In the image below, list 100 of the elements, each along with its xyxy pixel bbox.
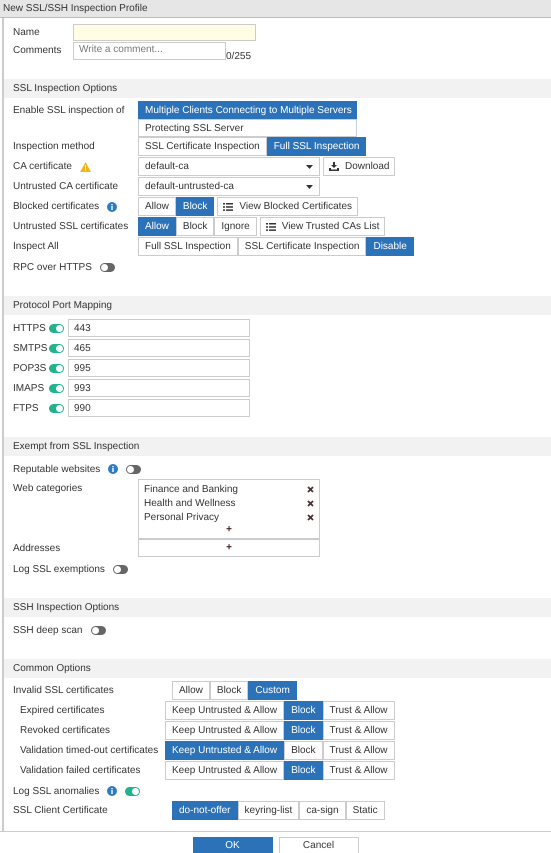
- segment-button[interactable]: Full SSL Inspection: [138, 237, 238, 256]
- list-field[interactable]: +: [138, 539, 320, 557]
- character-counter: 0/255: [226, 50, 252, 64]
- name-field[interactable]: [73, 24, 256, 40]
- list-item: Finance and Banking: [144, 482, 238, 496]
- segment-button[interactable]: Trust & Allow: [322, 721, 394, 740]
- segment-button[interactable]: Static: [346, 801, 385, 820]
- segment-button[interactable]: Block: [284, 721, 323, 740]
- field-label: Log SSL anomalies: [13, 784, 100, 798]
- segment-button[interactable]: Allow: [138, 217, 176, 236]
- segment-button[interactable]: Block: [284, 701, 323, 720]
- select-field[interactable]: default-ca: [138, 157, 320, 176]
- toggle-switch[interactable]: [125, 786, 140, 796]
- field-label: Log SSL exemptions: [13, 562, 105, 576]
- field-label: RPC over HTTPS: [13, 260, 92, 274]
- segment-button[interactable]: Keep Untrusted & Allow: [165, 721, 284, 740]
- cancel-button[interactable]: Cancel: [278, 836, 358, 853]
- action-button[interactable]: View Blocked Certificates: [217, 197, 358, 216]
- segment-button[interactable]: Block: [176, 217, 214, 236]
- list-field[interactable]: Finance and Banking Health and Wellness Personal Privacy +: [138, 479, 320, 539]
- remove-icon[interactable]: [307, 486, 314, 492]
- field-label: Inspect All: [13, 240, 59, 254]
- list-item: Health and Wellness: [144, 496, 236, 510]
- section-header: Exempt from SSL Inspection: [4, 437, 551, 456]
- toggle-switch[interactable]: [90, 626, 106, 634]
- segment-button[interactable]: Trust & Allow: [322, 761, 394, 780]
- field-label: HTTPS: [13, 322, 47, 336]
- field-label: POP3S: [13, 362, 48, 376]
- option-button[interactable]: Multiple Clients Connecting to Multiple Servers: [138, 101, 357, 119]
- caret-down-icon: [306, 164, 313, 168]
- action-button[interactable]: Download: [323, 157, 396, 176]
- field-label: CA certificate: [13, 160, 72, 174]
- field-label: Name: [13, 26, 41, 40]
- segment-button[interactable]: Custom: [248, 681, 297, 700]
- toggle-switch[interactable]: [49, 344, 64, 352]
- segment-button[interactable]: keyring-list: [238, 801, 300, 820]
- remove-icon[interactable]: [307, 514, 314, 520]
- remove-icon[interactable]: [307, 500, 314, 506]
- comments-field[interactable]: Write a comment...: [73, 42, 226, 60]
- section-header: SSL Inspection Options: [4, 79, 551, 98]
- option-button[interactable]: Protecting SSL Server: [138, 119, 357, 137]
- field-label: Untrusted CA certificate: [13, 180, 118, 194]
- field-label: Invalid SSL certificates: [13, 684, 114, 698]
- list-icon: [266, 222, 276, 230]
- segment-button[interactable]: Trust & Allow: [322, 701, 394, 720]
- field-label: Reputable websites: [13, 462, 100, 476]
- port-field[interactable]: 990: [68, 399, 250, 417]
- toggle-switch[interactable]: [49, 384, 64, 392]
- segment-button[interactable]: Ignore: [214, 217, 257, 236]
- port-field[interactable]: 465: [68, 339, 250, 357]
- section-header: SSH Inspection Options: [4, 598, 551, 617]
- segment-button[interactable]: Trust & Allow: [322, 741, 394, 760]
- ok-button[interactable]: OK: [192, 836, 272, 853]
- segment-button[interactable]: ca-sign: [299, 801, 346, 820]
- field-label: Inspection method: [13, 140, 95, 154]
- field-label: Blocked certificates: [13, 200, 100, 214]
- field-label: Enable SSL inspection of: [13, 104, 124, 118]
- field-label: SSH deep scan: [13, 624, 82, 638]
- field-label: Expired certificates: [20, 704, 104, 718]
- port-field[interactable]: 443: [68, 319, 250, 337]
- field-label: Addresses: [13, 542, 60, 556]
- add-icon[interactable]: +: [226, 524, 232, 536]
- toggle-switch[interactable]: [126, 464, 142, 474]
- field-label: SMTPS: [13, 342, 48, 356]
- action-button[interactable]: View Trusted CAs List: [260, 217, 386, 236]
- toggle-switch[interactable]: [100, 262, 115, 272]
- segment-button[interactable]: Keep Untrusted & Allow: [165, 761, 284, 780]
- list-item: Personal Privacy: [144, 510, 220, 524]
- segment-button[interactable]: Keep Untrusted & Allow: [165, 741, 284, 760]
- section-header: Protocol Port Mapping: [4, 296, 551, 315]
- toggle-switch[interactable]: [49, 324, 64, 332]
- toggle-switch[interactable]: [49, 404, 64, 412]
- segment-button[interactable]: do-not-offer: [172, 801, 238, 820]
- field-label: FTPS: [13, 402, 40, 416]
- window-title: New SSL/SSH Inspection Profile: [0, 0, 551, 18]
- segment-button[interactable]: SSL Certificate Inspection: [138, 137, 267, 156]
- segment-button[interactable]: Block: [284, 761, 323, 780]
- segment-button[interactable]: Allow: [138, 197, 176, 216]
- list-icon: [223, 202, 234, 210]
- segment-button[interactable]: Block: [176, 197, 214, 216]
- field-label: Validation timed-out certificates: [20, 744, 158, 758]
- field-label: Comments: [13, 44, 62, 58]
- segment-button[interactable]: Allow: [172, 681, 210, 700]
- add-icon[interactable]: +: [226, 542, 232, 554]
- field-label: IMAPS: [13, 382, 46, 396]
- toggle-switch[interactable]: [112, 564, 128, 574]
- port-field[interactable]: 995: [68, 359, 250, 377]
- field-label: Web categories: [13, 482, 82, 496]
- segment-button[interactable]: Full SSL Inspection: [266, 137, 366, 156]
- port-field[interactable]: 993: [68, 379, 250, 397]
- segment-button[interactable]: Disable: [366, 237, 414, 256]
- segment-button[interactable]: Block: [284, 741, 323, 760]
- field-label: SSL Client Certificate: [13, 804, 108, 818]
- segment-button[interactable]: SSL Certificate Inspection: [238, 237, 366, 256]
- download-icon: [329, 162, 339, 171]
- field-label: Untrusted SSL certificates: [13, 220, 128, 234]
- select-field[interactable]: default-untrusted-ca: [138, 177, 320, 196]
- toggle-switch[interactable]: [49, 364, 64, 372]
- segment-button[interactable]: Block: [210, 681, 248, 700]
- segment-button[interactable]: Keep Untrusted & Allow: [165, 701, 284, 720]
